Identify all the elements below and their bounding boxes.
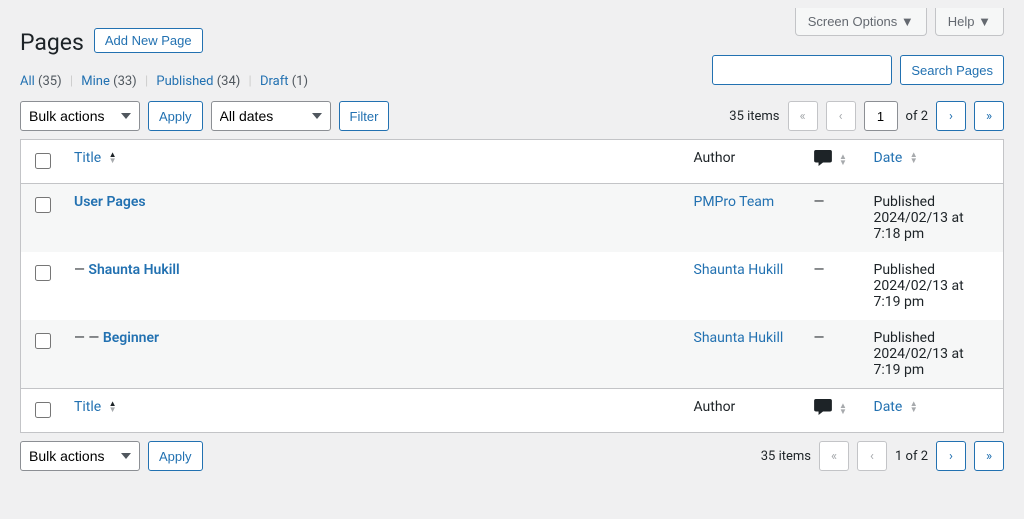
author-link[interactable]: Shaunta Hukill xyxy=(694,330,784,346)
table-row: User Pages PMPro Team — Published2024/02… xyxy=(21,184,1004,253)
sort-indicator-icon: ▲▼ xyxy=(839,154,847,166)
view-published-link[interactable]: Published xyxy=(156,74,213,89)
search-input[interactable] xyxy=(712,55,892,85)
view-mine-link[interactable]: Mine xyxy=(81,74,110,89)
view-all-count: (35) xyxy=(38,74,62,89)
bulk-actions-select[interactable]: Bulk actions xyxy=(20,101,140,131)
date-cell: Published2024/02/13 at 7:19 pm xyxy=(864,252,1004,320)
column-comments-footer[interactable]: ▲▼ xyxy=(804,389,864,433)
screen-options-button[interactable]: Screen Options ▼ xyxy=(795,8,927,36)
page-title-link[interactable]: Beginner xyxy=(103,330,159,346)
row-checkbox[interactable] xyxy=(35,197,51,213)
next-page-button[interactable]: › xyxy=(936,101,966,131)
view-mine-count: (33) xyxy=(113,74,137,89)
column-title-header[interactable]: Title ▲▼ xyxy=(64,140,684,184)
last-page-button[interactable]: » xyxy=(974,101,1004,131)
last-page-button-bottom[interactable]: » xyxy=(974,441,1004,471)
row-checkbox[interactable] xyxy=(35,265,51,281)
apply-bulk-button[interactable]: Apply xyxy=(148,101,203,131)
title-prefix: — xyxy=(74,262,88,278)
sort-indicator-icon: ▲▼ xyxy=(109,152,117,164)
search-pages-button[interactable]: Search Pages xyxy=(900,55,1004,85)
sort-indicator-icon: ▲▼ xyxy=(910,401,918,413)
items-count-bottom: 35 items xyxy=(761,449,811,464)
row-checkbox[interactable] xyxy=(35,333,51,349)
author-link[interactable]: Shaunta Hukill xyxy=(694,262,784,278)
prev-page-button: ‹ xyxy=(826,101,856,131)
column-author-header: Author xyxy=(684,140,804,184)
first-page-button-bottom: « xyxy=(819,441,849,471)
select-all-checkbox-top[interactable] xyxy=(35,153,51,169)
column-author-footer: Author xyxy=(684,389,804,433)
comments-cell: — xyxy=(804,184,864,253)
page-title-link[interactable]: Shaunta Hukill xyxy=(88,262,179,278)
page-title: Pages xyxy=(20,20,84,60)
apply-bulk-button-bottom[interactable]: Apply xyxy=(148,441,203,471)
items-count: 35 items xyxy=(729,109,779,124)
next-page-button-bottom[interactable]: › xyxy=(936,441,966,471)
help-button[interactable]: Help ▼ xyxy=(935,8,1004,36)
comments-cell: — xyxy=(804,252,864,320)
view-draft-count: (1) xyxy=(292,74,308,89)
comments-cell: — xyxy=(804,320,864,389)
add-new-page-button[interactable]: Add New Page xyxy=(94,28,203,53)
title-prefix: — — xyxy=(74,330,103,346)
column-date-footer[interactable]: Date ▲▼ xyxy=(864,389,1004,433)
filter-button[interactable]: Filter xyxy=(339,101,390,131)
date-filter-select[interactable]: All dates xyxy=(211,101,331,131)
view-draft-link[interactable]: Draft xyxy=(260,74,289,89)
column-title-footer[interactable]: Title ▲▼ xyxy=(64,389,684,433)
total-pages-label: of 2 xyxy=(906,109,928,124)
first-page-button: « xyxy=(788,101,818,131)
comment-icon xyxy=(814,150,832,170)
table-row: — Shaunta Hukill Shaunta Hukill — Publis… xyxy=(21,252,1004,320)
sort-indicator-icon: ▲▼ xyxy=(910,152,918,164)
date-cell: Published2024/02/13 at 7:19 pm xyxy=(864,320,1004,389)
select-all-checkbox-bottom[interactable] xyxy=(35,402,51,418)
table-row: — — Beginner Shaunta Hukill — Published2… xyxy=(21,320,1004,389)
view-all-link[interactable]: All xyxy=(20,74,35,89)
view-published-count: (34) xyxy=(217,74,241,89)
sort-indicator-icon: ▲▼ xyxy=(109,401,117,413)
author-link[interactable]: PMPro Team xyxy=(694,194,775,210)
page-title-link[interactable]: User Pages xyxy=(74,194,146,210)
prev-page-button-bottom: ‹ xyxy=(857,441,887,471)
column-comments-header[interactable]: ▲▼ xyxy=(804,140,864,184)
bulk-actions-select-bottom[interactable]: Bulk actions xyxy=(20,441,140,471)
page-position-label: 1 of 2 xyxy=(895,449,928,464)
sort-indicator-icon: ▲▼ xyxy=(839,403,847,415)
column-date-header[interactable]: Date ▲▼ xyxy=(864,140,1004,184)
date-cell: Published2024/02/13 at 7:18 pm xyxy=(864,184,1004,253)
comment-icon xyxy=(814,399,832,419)
current-page-input[interactable] xyxy=(864,101,898,131)
